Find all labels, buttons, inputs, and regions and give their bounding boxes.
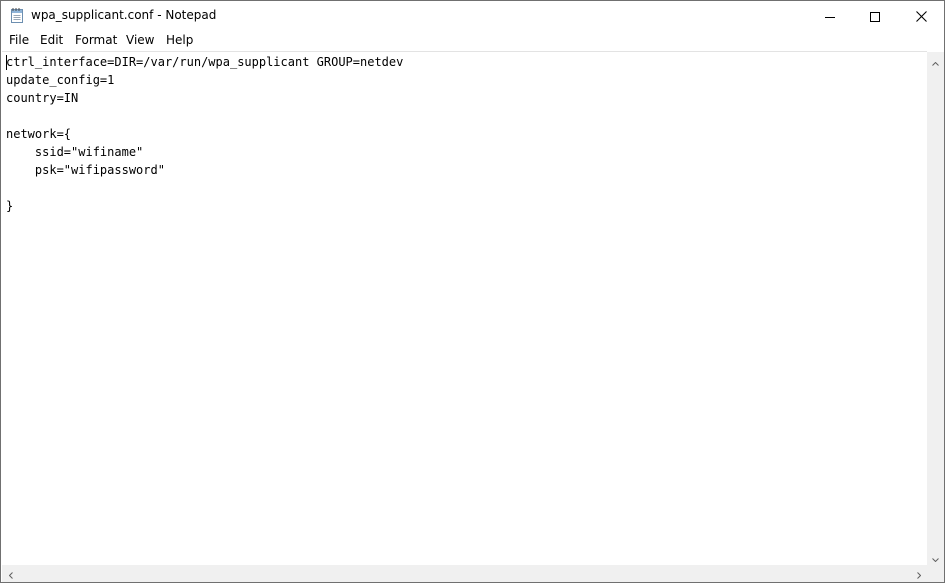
menu-view[interactable]: View xyxy=(126,33,154,47)
chevron-up-icon xyxy=(932,51,939,70)
maximize-button[interactable] xyxy=(852,1,898,31)
text-editor-area[interactable]: ctrl_interface=DIR=/var/run/wpa_supplica… xyxy=(2,51,927,566)
minimize-icon xyxy=(825,7,835,26)
chevron-down-icon xyxy=(932,547,939,566)
horizontal-scrollbar[interactable] xyxy=(2,565,927,582)
menu-edit[interactable]: Edit xyxy=(40,33,63,47)
scroll-right-button[interactable] xyxy=(910,565,927,582)
title-bar[interactable]: wpa_supplicant.conf - Notepad xyxy=(1,1,944,31)
menu-help[interactable]: Help xyxy=(166,33,193,47)
close-button[interactable] xyxy=(898,1,944,31)
chevron-right-icon xyxy=(916,564,921,582)
scroll-down-button[interactable] xyxy=(927,548,944,565)
scroll-up-button[interactable] xyxy=(927,52,944,69)
notepad-window: wpa_supplicant.conf - Notepad File Edit … xyxy=(0,0,945,583)
maximize-icon xyxy=(870,7,880,26)
chevron-left-icon xyxy=(8,564,13,582)
vertical-scrollbar[interactable] xyxy=(927,52,944,565)
close-icon xyxy=(915,7,927,26)
menu-bar: File Edit Format View Help xyxy=(1,31,944,50)
scroll-left-button[interactable] xyxy=(2,565,19,582)
menu-file[interactable]: File xyxy=(9,33,29,47)
notepad-icon[interactable] xyxy=(9,7,25,24)
window-title: wpa_supplicant.conf - Notepad xyxy=(31,8,217,22)
scrollbar-corner xyxy=(927,565,944,582)
minimize-button[interactable] xyxy=(807,1,853,31)
menu-format[interactable]: Format xyxy=(75,33,117,47)
editor-content[interactable]: ctrl_interface=DIR=/var/run/wpa_supplica… xyxy=(6,53,403,215)
text-caret xyxy=(6,55,7,70)
